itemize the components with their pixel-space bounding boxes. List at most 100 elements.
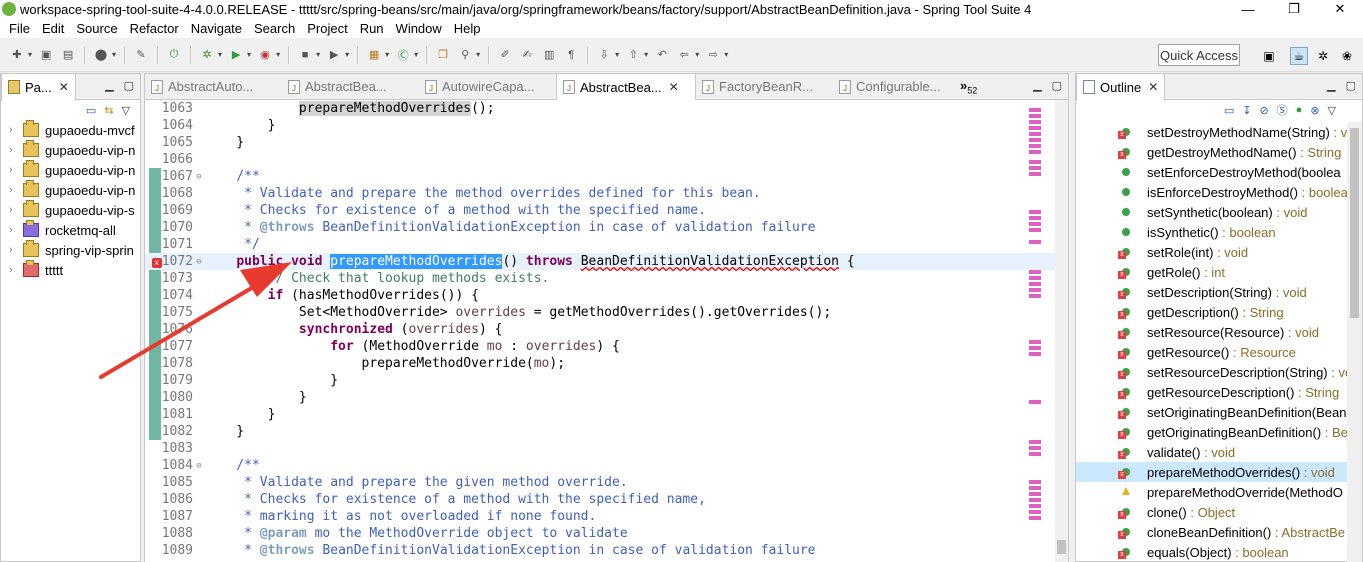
next-annotation-icon[interactable]: ⇩ <box>596 47 612 63</box>
editor-tab[interactable]: J AutowireCapa... <box>419 74 556 100</box>
run-external-icon[interactable]: ◉ <box>257 47 273 63</box>
menu-source[interactable]: Source <box>70 21 123 36</box>
editor-tab[interactable]: J AbstractAuto... <box>145 74 282 100</box>
close-icon[interactable]: ✕ <box>59 80 69 94</box>
outline-item[interactable]: x getDestroyMethodName() : String <box>1076 142 1348 162</box>
last-edit-location-icon[interactable]: ↶ <box>654 47 670 63</box>
minimize-view-icon[interactable]: ▁ <box>1327 79 1335 92</box>
tree-item[interactable]: › gupaoedu-vip-n <box>1 160 140 180</box>
fold-toggle-icon[interactable]: ⊖ <box>193 461 205 471</box>
menu-window[interactable]: Window <box>390 21 448 36</box>
hide-static-icon[interactable]: Ⓢ <box>1277 102 1288 118</box>
java-perspective-icon[interactable]: ☕ <box>1290 47 1308 65</box>
minimize-view-icon[interactable]: ▁ <box>1033 79 1041 92</box>
tab-outline[interactable]: Outline ✕ <box>1076 73 1166 101</box>
debug-perspective-icon[interactable]: ✲ <box>1314 47 1332 65</box>
outline-item[interactable]: x setDescription(String) : void <box>1076 282 1348 302</box>
outline-item[interactable]: x getOriginatingBeanDefinition() : Be <box>1076 422 1348 442</box>
editor-tab[interactable]: J AbstractBea... ✕ <box>556 73 696 101</box>
outline-item[interactable]: x setOriginatingBeanDefinition(Bean <box>1076 402 1348 422</box>
toggle-block-selection-icon[interactable]: ▥ <box>541 47 557 63</box>
outline-item[interactable]: x getRole() : int <box>1076 262 1348 282</box>
new-java-project-icon[interactable]: ▦ <box>366 47 382 63</box>
tree-item[interactable]: › rocketmq-all <box>1 220 140 240</box>
code-area[interactable]: 1063 prepareMethodOverrides(); 1064 } 1065… <box>145 100 1057 562</box>
tree-item[interactable]: › spring-vip-sprin <box>1 240 140 260</box>
outline-item[interactable]: x clone() : Object <box>1076 502 1348 522</box>
outline-item[interactable]: x equals(Object) : boolean <box>1076 542 1348 562</box>
spring-boot-dashboard-icon[interactable]: ⬤ <box>93 47 109 63</box>
editor-scrollbar[interactable] <box>1055 100 1068 562</box>
link-with-editor-icon[interactable]: ⇆ <box>104 104 113 117</box>
tree-item[interactable]: › gupaoedu-vip-n <box>1 180 140 200</box>
outline-item[interactable]: isSynthetic() : boolean <box>1076 222 1348 242</box>
fold-toggle-icon[interactable]: ⊖ <box>193 172 205 182</box>
collapse-all-icon[interactable]: ▭ <box>86 104 96 117</box>
more-tabs-button[interactable]: »52 <box>960 78 977 96</box>
debug-icon[interactable]: ✲ <box>199 47 215 63</box>
toggle-mark-occurrences-icon[interactable]: ✐ <box>497 47 513 63</box>
tree-item[interactable]: › ttttt <box>1 260 140 280</box>
outline-item[interactable]: x getResourceDescription() : String <box>1076 382 1348 402</box>
relaunch-icon[interactable]: ▶ <box>326 47 342 63</box>
outline-item[interactable]: x getDescription() : String <box>1076 302 1348 322</box>
menu-file[interactable]: File <box>3 21 36 36</box>
outline-item[interactable]: x setDestroyMethodName(String) : v <box>1076 122 1348 142</box>
fold-toggle-icon[interactable]: ⊖ <box>193 257 205 267</box>
editor-tab[interactable]: J AbstractBea... <box>282 74 419 100</box>
sort-icon[interactable]: ↧ <box>1242 104 1251 117</box>
menu-navigate[interactable]: Navigate <box>185 21 248 36</box>
menu-project[interactable]: Project <box>301 21 353 36</box>
hide-non-public-icon[interactable]: ● <box>1296 104 1303 116</box>
maximize-view-icon[interactable]: ▢ <box>1346 79 1356 92</box>
outline-item[interactable]: isEnforceDestroyMethod() : boolea <box>1076 182 1348 202</box>
menu-help[interactable]: Help <box>448 21 487 36</box>
outline-item[interactable]: prepareMethodOverride(MethodO <box>1076 482 1348 502</box>
close-icon[interactable]: ✕ <box>669 80 679 94</box>
outline-item[interactable]: x getResource() : Resource <box>1076 342 1348 362</box>
menu-refactor[interactable]: Refactor <box>124 21 185 36</box>
quick-access-field[interactable]: Quick Access <box>1158 44 1240 66</box>
run-icon[interactable]: ▶ <box>228 47 244 63</box>
tree-item[interactable]: › gupaoedu-vip-s <box>1 200 140 220</box>
save-all-icon[interactable]: ▤ <box>60 47 76 63</box>
outline-item[interactable]: x setResource(Resource) : void <box>1076 322 1348 342</box>
menu-edit[interactable]: Edit <box>36 21 70 36</box>
menu-search[interactable]: Search <box>248 21 301 36</box>
outline-item[interactable]: x cloneBeanDefinition() : AbstractBe <box>1076 522 1348 542</box>
hide-fields-icon[interactable]: ⊘ <box>1259 104 1268 117</box>
view-menu-icon[interactable]: ▽ <box>1328 104 1336 117</box>
outline-item[interactable]: x validate() : void <box>1076 442 1348 462</box>
outline-scrollbar[interactable] <box>1347 122 1362 562</box>
editor-tab[interactable]: J Configurable... <box>833 74 970 100</box>
terminate-icon[interactable]: ■ <box>297 47 313 63</box>
back-icon[interactable]: ⇦ <box>676 47 692 63</box>
outline-item[interactable]: setSynthetic(boolean) : void <box>1076 202 1348 222</box>
tree-item[interactable]: › gupaoedu-vip-n <box>1 140 140 160</box>
new-class-icon[interactable]: Ⓒ <box>395 47 411 63</box>
spring-perspective-icon[interactable]: ❀ <box>1338 47 1356 65</box>
toggle-highlight-icon[interactable]: ✍ <box>519 47 535 63</box>
minimize-button[interactable]: — <box>1225 0 1271 18</box>
skip-breakpoints-icon[interactable]: ⏻ <box>166 47 182 63</box>
save-icon[interactable]: ▣ <box>38 47 54 63</box>
hide-local-types-icon[interactable]: ⊗ <box>1310 104 1319 117</box>
editor-tab[interactable]: J FactoryBeanR... <box>696 74 833 100</box>
pin-icon[interactable]: ✎ <box>133 47 149 63</box>
collapse-all-icon[interactable]: ▭ <box>1224 104 1234 117</box>
show-whitespace-icon[interactable]: ¶ <box>563 47 579 63</box>
tab-package-explorer[interactable]: Pa... ✕ <box>1 73 76 101</box>
open-perspective-icon[interactable]: ▣ <box>1260 47 1278 65</box>
forward-icon[interactable]: ⇨ <box>705 47 721 63</box>
outline-item[interactable]: setEnforceDestroyMethod(boolea <box>1076 162 1348 182</box>
outline-item[interactable]: xsetResourceDescription(String) : voi <box>1076 362 1348 382</box>
maximize-view-icon[interactable]: ▢ <box>1052 79 1062 92</box>
new-icon[interactable]: ✚ <box>9 47 25 63</box>
outline-item[interactable]: x setRole(int) : void <box>1076 242 1348 262</box>
tree-item[interactable]: › gupaoedu-mvcf <box>1 120 140 140</box>
view-menu-icon[interactable]: ▽ <box>122 104 130 117</box>
menu-run[interactable]: Run <box>354 21 390 36</box>
previous-annotation-icon[interactable]: ⇧ <box>625 47 641 63</box>
close-button[interactable]: ✕ <box>1317 0 1363 18</box>
open-type-icon[interactable]: ❐ <box>435 47 451 63</box>
